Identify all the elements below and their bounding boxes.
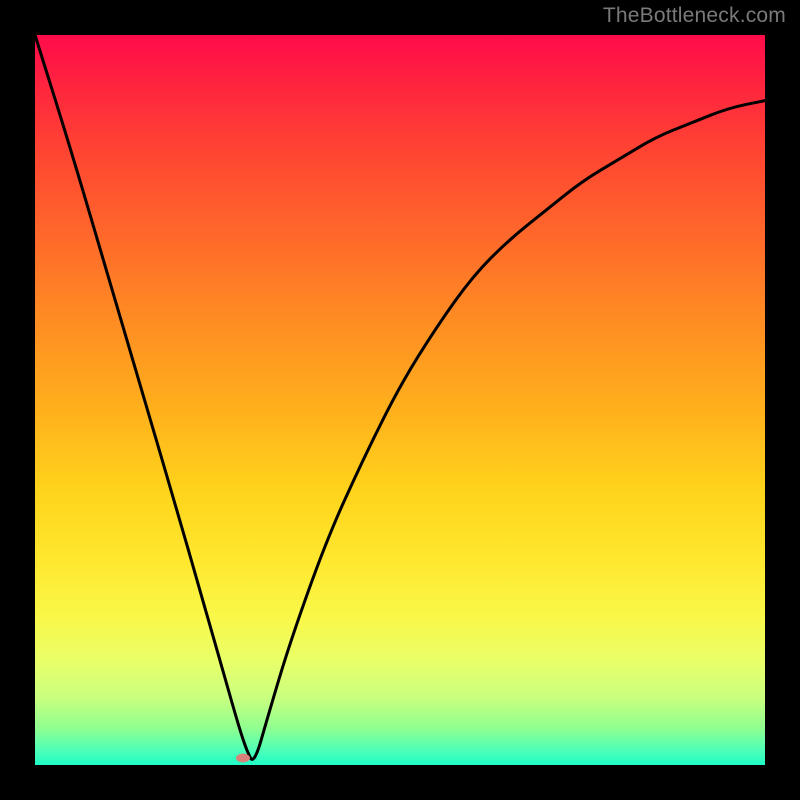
curve-path (35, 35, 765, 759)
watermark-text: TheBottleneck.com (603, 4, 786, 28)
curve-svg (35, 35, 765, 765)
chart-frame: TheBottleneck.com (0, 0, 800, 800)
min-marker (236, 753, 250, 762)
